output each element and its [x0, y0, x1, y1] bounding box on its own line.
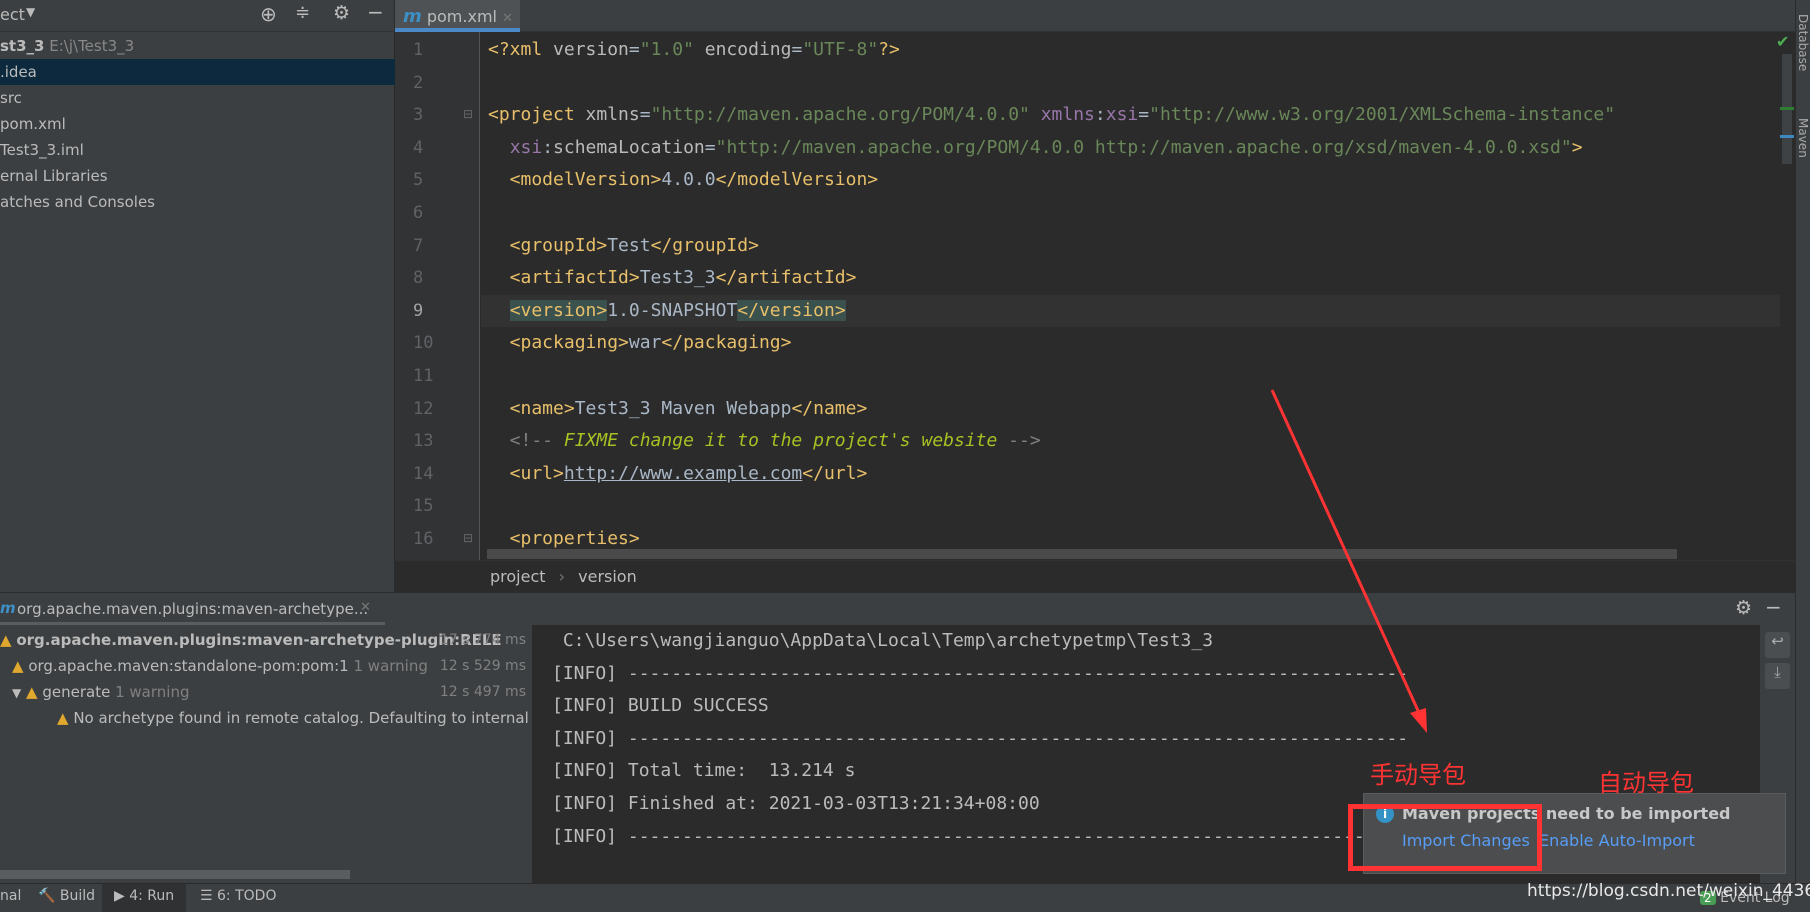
- watermark: https://blog.csdn.net/weixin_44368422: [1527, 881, 1810, 901]
- annotation-arrow: [1270, 389, 1427, 733]
